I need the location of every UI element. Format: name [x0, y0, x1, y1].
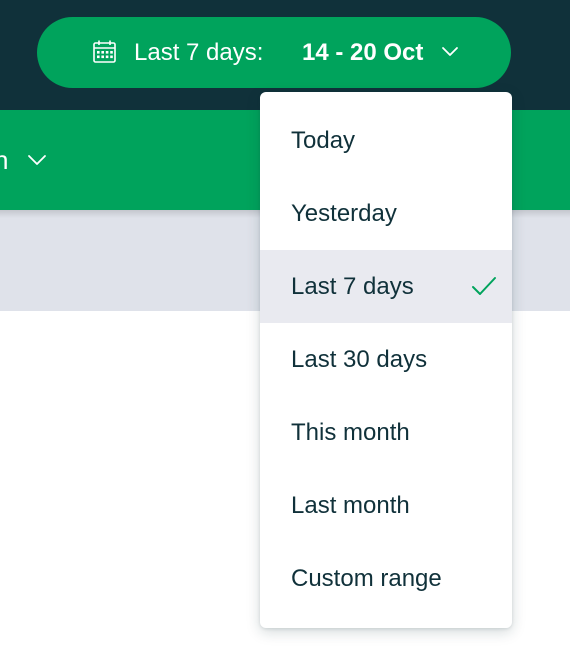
dropdown-option-label: Last 30 days	[291, 346, 428, 373]
date-range-selector-button[interactable]: Last 7 days: 14 - 20 Oct	[37, 17, 511, 88]
date-range-dropdown-menu: Today Yesterday Last 7 days Last 30 days Thi…	[260, 92, 512, 628]
chevron-down-icon	[442, 47, 458, 56]
dropdown-option[interactable]: Last 7 days	[260, 250, 512, 323]
dropdown-option[interactable]: Yesterday	[260, 177, 512, 250]
dropdown-option-label: Today	[291, 127, 356, 154]
dropdown-option[interactable]: Last 30 days	[260, 323, 512, 396]
dropdown-option-label: Last 7 days	[291, 273, 414, 300]
date-range-options-list: Today Yesterday Last 7 days Last 30 days Thi…	[260, 92, 512, 615]
dropdown-option-label: Yesterday	[291, 200, 397, 227]
app-frame: Last 7 days: 14 - 20 Oct n Today Yesterda…	[0, 0, 570, 668]
dropdown-option-label: Custom range	[291, 565, 442, 592]
date-range-value: 14 - 20 Oct	[302, 39, 424, 66]
checkmark-icon	[472, 277, 496, 295]
dropdown-option[interactable]: This month	[260, 396, 512, 469]
chevron-down-icon[interactable]	[27, 153, 47, 167]
nav-menu-label[interactable]: n	[0, 143, 8, 177]
dropdown-option-label: This month	[291, 419, 410, 446]
dropdown-option[interactable]: Custom range	[260, 542, 512, 615]
dropdown-option[interactable]: Last month	[260, 469, 512, 542]
dropdown-option-label: Last month	[291, 492, 410, 519]
dropdown-option[interactable]: Today	[260, 104, 512, 177]
calendar-icon	[93, 40, 116, 63]
date-range-prefix-label: Last 7 days:	[134, 39, 264, 66]
